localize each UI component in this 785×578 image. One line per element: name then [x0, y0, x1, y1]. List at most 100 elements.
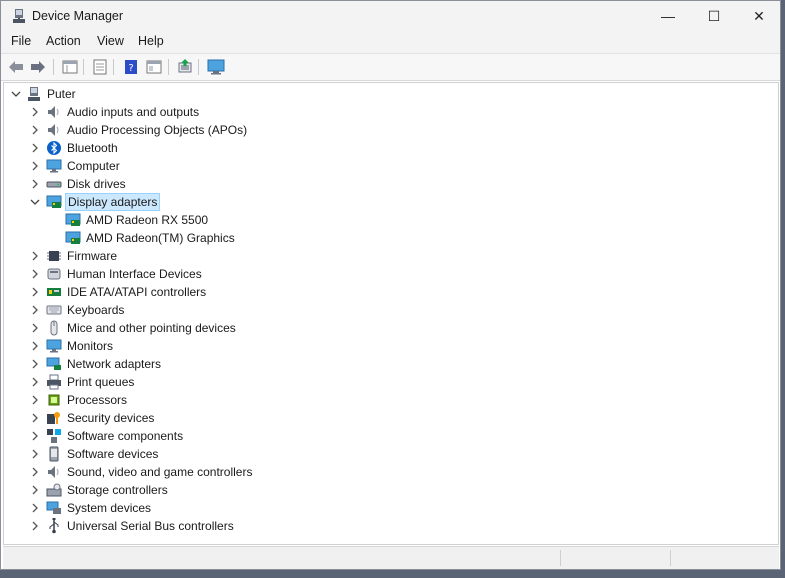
tree-category-row[interactable]: Print queues	[4, 373, 778, 391]
show-hidden-button[interactable]	[90, 57, 110, 77]
display-adapter-icon	[65, 231, 81, 244]
details-button[interactable]	[144, 57, 164, 77]
scan-hardware-button[interactable]	[206, 57, 226, 77]
menu-action[interactable]: Action	[46, 34, 81, 48]
tree-category-row[interactable]: Universal Serial Bus controllers	[4, 517, 778, 535]
status-bar	[3, 546, 779, 569]
menu-help[interactable]: Help	[138, 34, 164, 48]
menu-bar: File Action View Help	[1, 31, 780, 54]
chevron-right-icon[interactable]	[29, 265, 41, 283]
tree-category-row[interactable]: Firmware	[4, 247, 778, 265]
chevron-right-icon[interactable]	[29, 283, 41, 301]
keyboard-icon	[46, 305, 62, 315]
tree-category-row[interactable]: Display adapters	[4, 193, 778, 211]
tree-category-row[interactable]: Human Interface Devices	[4, 265, 778, 283]
toolbar-separator	[198, 59, 199, 75]
monitor-scan-icon	[207, 59, 225, 75]
bluetooth-icon	[47, 141, 61, 155]
update-driver-button[interactable]	[175, 57, 195, 77]
chevron-right-icon[interactable]	[29, 499, 41, 517]
tree-category-row[interactable]: Keyboards	[4, 301, 778, 319]
tree-category-row[interactable]: Monitors	[4, 337, 778, 355]
chevron-right-icon[interactable]	[29, 391, 41, 409]
device-tree[interactable]: Puter Audio inputs and outputs Audio Proc…	[3, 82, 779, 545]
computer-icon	[28, 87, 40, 101]
chevron-right-icon[interactable]	[29, 121, 41, 139]
tree-category-row[interactable]: System devices	[4, 499, 778, 517]
chevron-right-icon[interactable]	[29, 409, 41, 427]
tree-category-row[interactable]: Software devices	[4, 445, 778, 463]
tree-device-label: AMD Radeon RX 5500	[86, 213, 209, 227]
tree-category-label: Sound, video and game controllers	[67, 465, 253, 479]
tree-category-row[interactable]: IDE ATA/ATAPI controllers	[4, 283, 778, 301]
device-manager-window: Device Manager — ☐ ✕ File Action View He…	[0, 0, 781, 570]
tree-category-label: Monitors	[67, 339, 114, 353]
details-icon	[146, 60, 162, 74]
tree-category-label: Display adapters	[65, 193, 161, 211]
chevron-right-icon[interactable]	[29, 481, 41, 499]
maximize-button[interactable]: ☐	[691, 1, 737, 31]
menu-file[interactable]: File	[11, 34, 31, 48]
chevron-right-icon[interactable]	[29, 157, 41, 175]
status-separator	[560, 550, 561, 566]
chevron-right-icon[interactable]	[29, 463, 41, 481]
forward-icon	[31, 61, 45, 73]
chevron-right-icon[interactable]	[29, 103, 41, 121]
software-device-icon	[49, 446, 59, 462]
help-button[interactable]: ?	[121, 57, 141, 77]
tree-category-row[interactable]: Bluetooth	[4, 139, 778, 157]
network-icon	[46, 357, 61, 370]
tree-category-label: Audio Processing Objects (APOs)	[67, 123, 248, 137]
chevron-right-icon[interactable]	[29, 355, 41, 373]
close-button[interactable]: ✕	[736, 1, 782, 31]
tree-root-label: Puter	[47, 87, 76, 101]
toolbar-separator	[83, 59, 84, 75]
chevron-right-icon[interactable]	[29, 319, 41, 337]
tree-device-row[interactable]: AMD Radeon RX 5500	[4, 211, 778, 229]
tree-category-row[interactable]: Software components	[4, 427, 778, 445]
speaker-icon	[48, 466, 59, 478]
forward-button[interactable]	[28, 57, 48, 77]
tree-category-row[interactable]: Audio inputs and outputs	[4, 103, 778, 121]
chevron-right-icon[interactable]	[29, 445, 41, 463]
tree-category-row[interactable]: Processors	[4, 391, 778, 409]
minimize-button[interactable]: —	[645, 1, 691, 31]
chevron-right-icon[interactable]	[29, 337, 41, 355]
tree-category-row[interactable]: Computer	[4, 157, 778, 175]
chip-icon	[47, 251, 61, 261]
tree-category-row[interactable]: Sound, video and game controllers	[4, 463, 778, 481]
svg-text:?: ?	[128, 63, 133, 74]
tree-category-row[interactable]: Security devices	[4, 409, 778, 427]
tree-category-label: Firmware	[67, 249, 117, 263]
chevron-right-icon[interactable]	[29, 139, 41, 157]
tree-device-row[interactable]: AMD Radeon(TM) Graphics	[4, 229, 778, 247]
back-button[interactable]	[6, 57, 26, 77]
system-icon	[46, 501, 61, 514]
tree-category-label: Security devices	[67, 411, 155, 425]
chevron-right-icon[interactable]	[29, 427, 41, 445]
tree-category-row[interactable]: Storage controllers	[4, 481, 778, 499]
chevron-right-icon[interactable]	[29, 301, 41, 319]
display-adapter-icon	[65, 213, 81, 226]
tree-category-row[interactable]: Mice and other pointing devices	[4, 319, 778, 337]
status-separator	[670, 550, 671, 566]
chevron-right-icon[interactable]	[29, 517, 41, 535]
tree-category-row[interactable]: Network adapters	[4, 355, 778, 373]
chevron-right-icon[interactable]	[29, 247, 41, 265]
chevron-right-icon[interactable]	[29, 373, 41, 391]
display-adapter-icon	[46, 195, 62, 208]
tree-category-row[interactable]: Audio Processing Objects (APOs)	[4, 121, 778, 139]
tree-device-label: AMD Radeon(TM) Graphics	[86, 231, 235, 245]
chevron-down-icon[interactable]	[10, 85, 22, 103]
speaker-icon	[48, 124, 59, 136]
properties-view-button[interactable]	[60, 57, 80, 77]
tree-category-row[interactable]: Disk drives	[4, 175, 778, 193]
tree-category-label: Bluetooth	[67, 141, 118, 155]
device-manager-app-icon	[13, 9, 25, 23]
chevron-down-icon[interactable]	[29, 193, 41, 211]
menu-view[interactable]: View	[97, 34, 124, 48]
tree-category-label: Audio inputs and outputs	[67, 105, 200, 119]
title-bar[interactable]: Device Manager — ☐ ✕	[1, 1, 780, 31]
chevron-right-icon[interactable]	[29, 175, 41, 193]
tree-root-row[interactable]: Puter	[4, 85, 778, 103]
